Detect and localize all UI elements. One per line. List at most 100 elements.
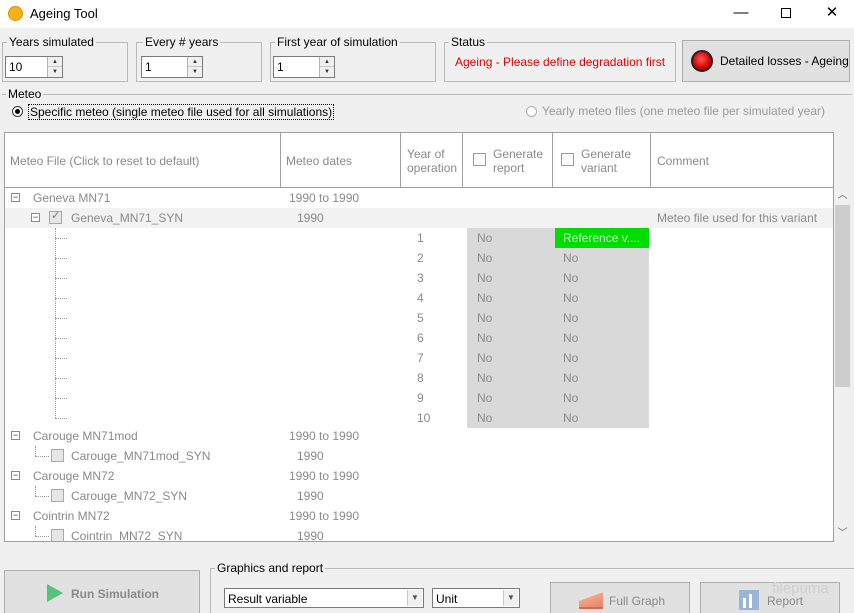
collapse-icon[interactable]: −: [11, 471, 20, 480]
generate-report-value: No: [477, 391, 493, 405]
generate-report-value: No: [477, 311, 493, 325]
generate-variant-cell[interactable]: No: [555, 368, 649, 388]
meteo-group-row[interactable]: − Geneva MN71 1990 to 1990: [5, 188, 833, 208]
year-row[interactable]: 6 No No: [5, 328, 833, 348]
collapse-icon[interactable]: −: [11, 431, 20, 440]
specific-meteo-label[interactable]: Specific meteo (single meteo file used f…: [28, 104, 335, 120]
generate-report-cell[interactable]: No: [467, 408, 555, 428]
generate-variant-value: No: [563, 251, 579, 265]
tree-connector: [35, 446, 36, 456]
meteo-file-checkbox[interactable]: [51, 529, 64, 541]
meteo-file-checkbox[interactable]: [51, 449, 64, 462]
meteo-file-name: Geneva_MN71_SYN: [71, 211, 184, 225]
detailed-losses-button[interactable]: Detailed losses - Ageing: [682, 40, 850, 82]
spin-down-icon[interactable]: ▼: [188, 67, 202, 77]
collapse-icon[interactable]: −: [11, 511, 20, 520]
generate-report-cell[interactable]: No: [467, 228, 555, 248]
header-year-of-operation[interactable]: Year of operation: [401, 133, 463, 188]
generate-variant-cell[interactable]: No: [555, 348, 649, 368]
year-row[interactable]: 8 No No: [5, 368, 833, 388]
specific-meteo-radio[interactable]: [12, 106, 23, 117]
year-row[interactable]: 10 No No: [5, 408, 833, 428]
collapse-icon[interactable]: −: [31, 213, 40, 222]
chevron-down-icon[interactable]: ▼: [407, 590, 422, 606]
generate-report-cell[interactable]: No: [467, 348, 555, 368]
meteo-label: Meteo: [6, 87, 44, 101]
maximize-button[interactable]: [763, 0, 809, 28]
year-row[interactable]: 1 No Reference v....: [5, 228, 833, 248]
generate-variant-cell[interactable]: No: [555, 288, 649, 308]
status-group: Status Ageing - Please define degradatio…: [444, 35, 676, 82]
year-of-operation: 7: [417, 351, 424, 365]
result-variable-select[interactable]: Result variable ▼: [224, 588, 424, 608]
yearly-meteo-radio[interactable]: [526, 106, 537, 117]
year-row[interactable]: 4 No No: [5, 288, 833, 308]
year-row[interactable]: 7 No No: [5, 348, 833, 368]
year-row[interactable]: 9 No No: [5, 388, 833, 408]
meteo-group-row[interactable]: − Cointrin MN72 1990 to 1990: [5, 506, 833, 526]
spin-up-icon[interactable]: ▲: [320, 57, 334, 67]
vertical-scrollbar[interactable]: ︿ ﹀: [834, 187, 851, 542]
generate-report-value: No: [477, 351, 493, 365]
generate-variant-cell[interactable]: No: [555, 408, 649, 428]
every-years-spinner[interactable]: 1 ▲ ▼: [141, 56, 203, 78]
meteo-file-row[interactable]: Carouge_MN72_SYN 1990: [5, 486, 833, 506]
year-row[interactable]: 5 No No: [5, 308, 833, 328]
header-generate-report[interactable]: Generate report: [463, 133, 553, 188]
generate-report-value: No: [477, 411, 493, 425]
scroll-up-icon[interactable]: ︿: [834, 187, 851, 204]
header-comment[interactable]: Comment: [651, 133, 833, 188]
generate-variant-cell[interactable]: No: [555, 248, 649, 268]
chevron-down-icon[interactable]: ▼: [503, 590, 518, 606]
generate-report-cell[interactable]: No: [467, 368, 555, 388]
full-graph-button[interactable]: Full Graph: [550, 582, 690, 613]
generate-report-cell[interactable]: No: [467, 308, 555, 328]
generate-variant-cell[interactable]: No: [555, 268, 649, 288]
every-years-spin-buttons[interactable]: ▲ ▼: [187, 57, 202, 77]
header-meteo-dates[interactable]: Meteo dates: [281, 133, 401, 188]
header-meteo-file[interactable]: Meteo File (Click to reset to default): [5, 133, 281, 188]
generate-report-checkbox[interactable]: [473, 153, 486, 166]
year-of-operation: 6: [417, 331, 424, 345]
meteo-file-row[interactable]: − ✓ Geneva_MN71_SYN 1990 Meteo file used…: [5, 208, 833, 228]
meteo-group-row[interactable]: − Carouge MN71mod 1990 to 1990: [5, 426, 833, 446]
spin-down-icon[interactable]: ▼: [320, 67, 334, 77]
header-report-line1: Generate: [493, 147, 544, 161]
tree-connector: [55, 378, 67, 379]
generate-variant-cell[interactable]: No: [555, 308, 649, 328]
generate-variant-cell[interactable]: Reference v....: [555, 228, 649, 248]
generate-variant-cell[interactable]: No: [555, 328, 649, 348]
spin-up-icon[interactable]: ▲: [188, 57, 202, 67]
year-row[interactable]: 2 No No: [5, 248, 833, 268]
scroll-down-icon[interactable]: ﹀: [834, 525, 851, 542]
generate-variant-checkbox[interactable]: [561, 153, 574, 166]
yearly-meteo-label[interactable]: Yearly meteo files (one meteo file per s…: [542, 104, 825, 118]
generate-report-cell[interactable]: No: [467, 328, 555, 348]
first-year-spinner[interactable]: 1 ▲ ▼: [273, 56, 335, 78]
unit-value: Unit: [436, 592, 458, 606]
generate-report-cell[interactable]: No: [467, 248, 555, 268]
generate-report-cell[interactable]: No: [467, 288, 555, 308]
meteo-group-row[interactable]: − Carouge MN72 1990 to 1990: [5, 466, 833, 486]
spin-up-icon[interactable]: ▲: [48, 57, 62, 67]
scroll-thumb[interactable]: [835, 205, 850, 387]
year-row[interactable]: 3 No No: [5, 268, 833, 288]
generate-report-cell[interactable]: No: [467, 388, 555, 408]
unit-select[interactable]: Unit ▼: [432, 588, 520, 608]
spin-down-icon[interactable]: ▼: [48, 67, 62, 77]
collapse-icon[interactable]: −: [11, 193, 20, 202]
header-generate-variant[interactable]: Generate variant: [553, 133, 651, 188]
meteo-file-checkbox[interactable]: ✓: [49, 210, 62, 224]
years-simulated-spin-buttons[interactable]: ▲ ▼: [47, 57, 62, 77]
years-simulated-spinner[interactable]: 10 ▲ ▼: [5, 56, 63, 78]
generate-report-cell[interactable]: No: [467, 268, 555, 288]
meteo-file-row[interactable]: Carouge_MN71mod_SYN 1990: [5, 446, 833, 466]
generate-variant-value: No: [563, 271, 579, 285]
close-button[interactable]: ✕: [809, 0, 854, 28]
generate-variant-cell[interactable]: No: [555, 388, 649, 408]
meteo-file-row[interactable]: Cointrin_MN72_SYN 1990: [5, 526, 833, 541]
meteo-file-checkbox[interactable]: [51, 489, 64, 502]
minimize-button[interactable]: —: [718, 0, 764, 28]
run-simulation-button[interactable]: Run Simulation: [4, 570, 200, 613]
first-year-spin-buttons[interactable]: ▲ ▼: [319, 57, 334, 77]
